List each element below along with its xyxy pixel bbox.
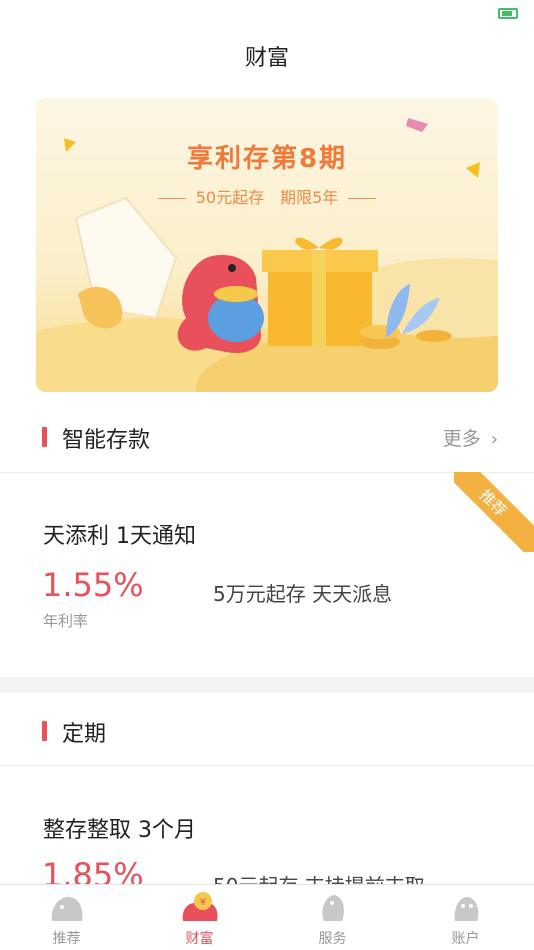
banner-subtitle: 50元起存 期限5年	[36, 184, 498, 208]
product-desc: 5万元起存 天天派息	[213, 582, 393, 606]
section-title: 智能存款	[62, 428, 151, 453]
rate-label: 年利率	[43, 612, 89, 630]
more-label: 更多	[442, 428, 481, 450]
promo-banner[interactable]: 享利存第8期 50元起存 期限5年	[36, 98, 498, 392]
product-rate: 1.55%	[42, 566, 144, 604]
battery-icon	[498, 8, 518, 19]
banner-title: 享利存第8期	[186, 144, 348, 174]
tab-recommend[interactable]: 推荐	[0, 885, 133, 950]
recommend-badge: 推荐	[454, 472, 534, 552]
section-gap	[0, 677, 534, 693]
wealth-dino-icon: ¥	[182, 892, 218, 921]
tab-account[interactable]: 账户	[399, 885, 532, 950]
svg-text:¥: ¥	[200, 897, 206, 908]
chevron-right-icon: ›	[490, 429, 498, 450]
page-title: 财富	[244, 46, 289, 71]
divider	[0, 765, 534, 766]
tab-wealth[interactable]: ¥ 财富	[133, 885, 266, 950]
account-dino-icon	[454, 897, 479, 921]
section-marker	[42, 427, 47, 447]
tab-label: 服务	[318, 931, 347, 947]
tab-label: 财富	[185, 931, 214, 947]
section-marker	[42, 721, 47, 741]
more-link[interactable]: 更多 ›	[443, 424, 498, 451]
tab-label: 推荐	[52, 931, 81, 947]
section-title: 定期	[62, 722, 107, 747]
smart-deposit-header: 智能存款 更多 ›	[0, 400, 534, 472]
badge-label: 推荐	[454, 472, 534, 552]
tab-label: 账户	[451, 931, 480, 947]
fixed-deposit-header: 定期	[0, 694, 534, 766]
product-name: 整存整取 3个月	[43, 818, 196, 843]
status-bar	[0, 0, 534, 30]
bottom-tab-bar: 推荐 ¥ 财富 服务 账户	[0, 884, 534, 950]
tab-service[interactable]: 服务	[266, 885, 399, 950]
dino-icon	[51, 897, 83, 921]
product-name: 天添利 1天通知	[43, 524, 196, 549]
service-dino-icon	[322, 895, 344, 921]
